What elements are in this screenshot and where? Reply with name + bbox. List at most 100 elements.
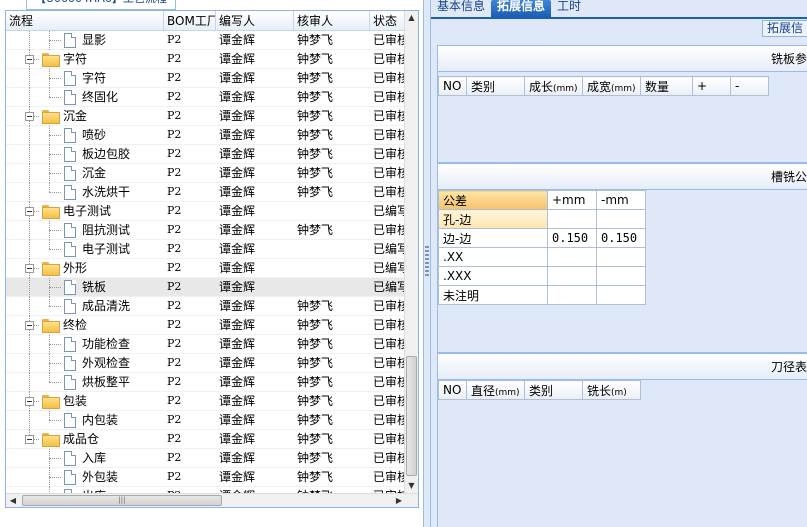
collapse-toggle-icon[interactable]: [25, 207, 34, 216]
tree-step-row[interactable]: 水洗烘干 P2 谭金辉 钟梦飞 已审核: [6, 183, 406, 202]
tree-group-row[interactable]: 外形 P2 谭金辉 已编写: [6, 259, 406, 278]
tree-step-row[interactable]: 电子测试 P2 谭金辉 已编写: [6, 240, 406, 259]
collapse-toggle-icon[interactable]: [25, 264, 34, 273]
scroll-up-icon[interactable]: ▲: [405, 11, 418, 25]
scroll-left-icon[interactable]: ◀: [6, 494, 20, 507]
tree-step-row[interactable]: 内包装 P2 谭金辉 钟梦飞 已审核: [6, 411, 406, 430]
tolerance-label-cell[interactable]: 孔-边: [438, 209, 548, 229]
process-name-cell[interactable]: 板边包胶: [6, 145, 164, 164]
tolerance-minus-cell[interactable]: [596, 247, 646, 267]
col-quantity[interactable]: 数量: [640, 76, 693, 96]
process-name-cell[interactable]: 显影: [6, 31, 164, 50]
col-no[interactable]: NO: [438, 76, 467, 96]
tolerance-label-cell[interactable]: 边-边: [438, 228, 548, 248]
tab-labor-hours[interactable]: 工时: [551, 0, 587, 17]
process-name-cell[interactable]: 终固化: [6, 88, 164, 107]
tree-step-row[interactable]: 沉金 P2 谭金辉 钟梦飞 已审核: [6, 164, 406, 183]
tree-group-row[interactable]: 包装 P2 谭金辉 钟梦飞 已审核: [6, 392, 406, 411]
column-header-writer[interactable]: 编写人: [216, 11, 294, 31]
process-name-cell[interactable]: 水洗烘干: [6, 183, 164, 202]
process-name-cell[interactable]: 成品仓: [6, 430, 164, 449]
tolerance-label-cell[interactable]: .XXX: [438, 266, 548, 286]
tree-group-row[interactable]: 沉金 P2 谭金辉 钟梦飞 已审核: [6, 107, 406, 126]
col-mill-length[interactable]: 铣长(m): [582, 380, 641, 400]
col-cutter-no[interactable]: NO: [438, 380, 467, 400]
tolerance-minus-cell[interactable]: 0.150: [596, 228, 646, 248]
process-name-cell[interactable]: 电子测试: [6, 240, 164, 259]
collapse-toggle-icon[interactable]: [25, 112, 34, 121]
process-name-cell[interactable]: 字符: [6, 69, 164, 88]
col-length[interactable]: 成长(mm): [524, 76, 583, 96]
tree-step-row[interactable]: 外包装 P2 谭金辉 钟梦飞 已审核: [6, 468, 406, 487]
col-cutter-category[interactable]: 类别: [524, 380, 583, 400]
tree-step-row[interactable]: 烘板整平 P2 谭金辉 钟梦飞 已审核: [6, 373, 406, 392]
tree-step-row[interactable]: 入库 P2 谭金辉 钟梦飞 已审核: [6, 449, 406, 468]
tolerance-minus-cell[interactable]: [596, 209, 646, 229]
col-category[interactable]: 类别: [466, 76, 525, 96]
splitter-grip-icon[interactable]: [425, 246, 429, 276]
tree-step-row[interactable]: 显影 P2 谭金辉 钟梦飞 已审核: [6, 31, 406, 50]
tolerance-plus-cell[interactable]: [547, 209, 597, 229]
process-name-cell[interactable]: 阻抗测试: [6, 221, 164, 240]
process-tab-label[interactable]: 【U06004HA6】工艺流程: [26, 0, 176, 10]
process-name-cell[interactable]: 外包装: [6, 468, 164, 487]
tree-step-row[interactable]: 功能检查 P2 谭金辉 钟梦飞 已审核: [6, 335, 406, 354]
tolerance-plus-cell[interactable]: [547, 266, 597, 286]
tree-group-row[interactable]: 终检 P2 谭金辉 钟梦飞 已审核: [6, 316, 406, 335]
process-name-cell[interactable]: 成品清洗: [6, 297, 164, 316]
process-name-cell[interactable]: 字符: [6, 50, 164, 69]
tolerance-minus-cell[interactable]: [596, 285, 646, 305]
tolerance-header[interactable]: 公差: [438, 190, 548, 210]
tolerance-plus-cell[interactable]: [547, 247, 597, 267]
process-name-cell[interactable]: 外形: [6, 259, 164, 278]
scroll-right-icon[interactable]: ▶: [392, 494, 406, 507]
column-header-status[interactable]: 状态: [370, 11, 406, 31]
process-name-cell[interactable]: 终检: [6, 316, 164, 335]
process-name-cell[interactable]: 电子测试: [6, 202, 164, 221]
vertical-scrollbar[interactable]: ▲ ▼: [404, 11, 418, 493]
process-name-cell[interactable]: 沉金: [6, 164, 164, 183]
tree-step-row[interactable]: 喷砂 P2 谭金辉 钟梦飞 已审核: [6, 126, 406, 145]
tree-step-row[interactable]: 成品清洗 P2 谭金辉 钟梦飞 已审核: [6, 297, 406, 316]
column-header-bom-factory[interactable]: BOM工厂: [164, 11, 216, 31]
tree-step-row[interactable]: 终固化 P2 谭金辉 钟梦飞 已审核: [6, 88, 406, 107]
col-minus[interactable]: -: [730, 76, 769, 96]
tolerance-label-cell[interactable]: .XX: [438, 247, 548, 267]
process-name-cell[interactable]: 喷砂: [6, 126, 164, 145]
tree-step-row[interactable]: 阻抗测试 P2 谭金辉 钟梦飞 已审核: [6, 221, 406, 240]
tolerance-minus-cell[interactable]: [596, 266, 646, 286]
collapse-toggle-icon[interactable]: [25, 435, 34, 444]
tree-step-row[interactable]: 字符 P2 谭金辉 钟梦飞 已审核: [6, 69, 406, 88]
process-name-cell[interactable]: 沉金: [6, 107, 164, 126]
column-header-reviewer[interactable]: 核审人: [294, 11, 370, 31]
process-name-cell[interactable]: 内包装: [6, 411, 164, 430]
col-diameter[interactable]: 直径(mm): [466, 380, 525, 400]
tolerance-plus-cell[interactable]: [547, 285, 597, 305]
tree-group-row[interactable]: 电子测试 P2 谭金辉 已编写: [6, 202, 406, 221]
process-name-cell[interactable]: 烘板整平: [6, 373, 164, 392]
tree-step-row[interactable]: 外观检查 P2 谭金辉 钟梦飞 已审核: [6, 354, 406, 373]
horizontal-scrollbar[interactable]: ◀ ||| ▶: [6, 493, 418, 507]
col-plus[interactable]: +: [692, 76, 731, 96]
collapse-toggle-icon[interactable]: [25, 397, 34, 406]
column-header-process[interactable]: 流程: [6, 11, 164, 31]
process-name-cell[interactable]: 铣板: [6, 278, 164, 297]
tree-group-row[interactable]: 字符 P2 谭金辉 钟梦飞 已审核: [6, 50, 406, 69]
tab-extended-info[interactable]: 拓展信息: [491, 0, 552, 17]
collapse-toggle-icon[interactable]: [25, 321, 34, 330]
process-name-cell[interactable]: 包装: [6, 392, 164, 411]
tree-group-row[interactable]: 成品仓 P2 谭金辉 钟梦飞 已审核: [6, 430, 406, 449]
scroll-down-icon[interactable]: ▼: [405, 479, 418, 493]
tolerance-plus-header[interactable]: +mm: [547, 190, 597, 210]
sub-tab-extended[interactable]: 拓展信: [761, 20, 807, 37]
col-width[interactable]: 成宽(mm): [582, 76, 641, 96]
tree-step-row[interactable]: 铣板 P2 谭金辉 已编写: [6, 278, 406, 297]
process-name-cell[interactable]: 入库: [6, 449, 164, 468]
collapse-toggle-icon[interactable]: [25, 55, 34, 64]
tree-step-row[interactable]: 板边包胶 P2 谭金辉 钟梦飞 已审核: [6, 145, 406, 164]
process-name-cell[interactable]: 外观检查: [6, 354, 164, 373]
tab-basic-info[interactable]: 基本信息: [431, 0, 491, 17]
horizontal-scroll-thumb[interactable]: |||: [22, 495, 222, 506]
vertical-scroll-thumb[interactable]: [406, 356, 417, 476]
process-name-cell[interactable]: 功能检查: [6, 335, 164, 354]
